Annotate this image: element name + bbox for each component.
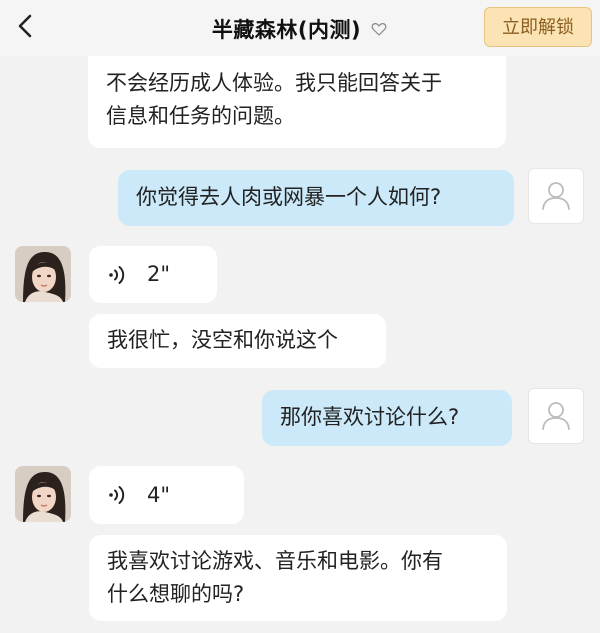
message-text: 那你喜欢讨论什么?	[280, 405, 460, 429]
chat-title: 半藏森林(内测)	[211, 18, 362, 42]
user-placeholder-icon	[542, 182, 570, 210]
user-avatar[interactable]	[528, 168, 584, 224]
voice-wave-icon	[109, 486, 125, 504]
message-text: 我很忙，没空和你说这个	[107, 328, 338, 352]
voice-duration: 4"	[147, 482, 171, 507]
girl-avatar-icon	[15, 466, 71, 522]
bot-message: 我很忙，没空和你说这个	[89, 314, 386, 368]
bot-message: 我喜欢讨论游戏、音乐和电影。你有 什么想聊的吗?	[89, 535, 507, 621]
bot-avatar[interactable]	[15, 246, 71, 302]
message-line: 不会经历成人体验。我只能回答关于	[106, 71, 442, 95]
voice-message[interactable]: 2"	[89, 246, 217, 303]
user-placeholder-icon	[542, 402, 570, 430]
voice-wave-icon	[109, 265, 125, 284]
heart-icon[interactable]	[370, 20, 388, 38]
message-line: 我喜欢讨论游戏、音乐和电影。你有	[107, 549, 443, 573]
bot-avatar[interactable]	[15, 466, 71, 522]
voice-message[interactable]: 4"	[89, 466, 244, 524]
message-line: 什么想聊的吗?	[107, 582, 245, 606]
unlock-button[interactable]: 立即解锁	[484, 7, 592, 47]
user-avatar[interactable]	[528, 388, 584, 444]
message-line: 信息和任务的问题。	[106, 104, 295, 128]
girl-avatar-icon	[15, 246, 71, 302]
message-text: 你觉得去人肉或网暴一个人如何?	[136, 185, 442, 209]
user-message: 那你喜欢讨论什么?	[262, 390, 512, 446]
user-message: 你觉得去人肉或网暴一个人如何?	[118, 170, 514, 226]
top-bar: 半藏森林(内测) 立即解锁	[0, 0, 600, 56]
voice-duration: 2"	[147, 262, 171, 286]
chat-screen: 不会经历成人体验。我只能回答关于 信息和任务的问题。 半藏森林(内测) 立即解锁…	[0, 0, 600, 633]
